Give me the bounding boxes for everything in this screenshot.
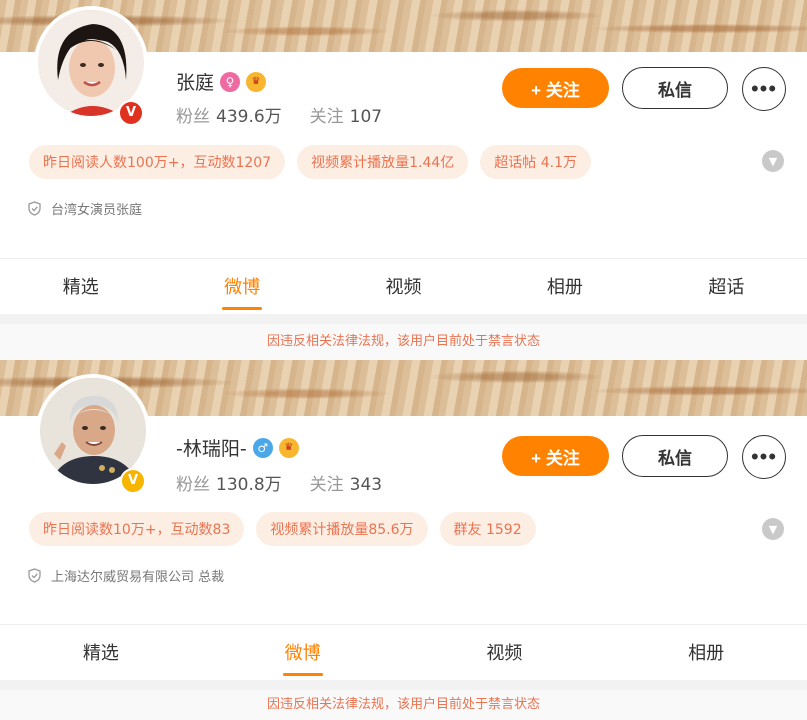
verification-description: 上海达尔威贸易有限公司 总裁 xyxy=(28,566,224,585)
video-stats-tag[interactable]: 视频累计播放量1.44亿 xyxy=(297,145,469,179)
following-count: 343 xyxy=(349,475,383,495)
fans-count: 130.8万 xyxy=(216,475,282,495)
user-stats: 粉丝 130.8万 关注 343 xyxy=(176,470,382,495)
name-row: -林瑞阳- ♂ ♛ xyxy=(176,434,299,461)
ban-notice: 因违反相关法律法规，该用户目前处于禁言状态 xyxy=(0,324,807,360)
divider xyxy=(0,258,807,259)
message-button[interactable]: 私信 xyxy=(622,435,728,477)
user-name[interactable]: 张庭 xyxy=(176,68,214,95)
more-options-button[interactable]: ••• xyxy=(742,435,786,479)
tab-videos[interactable]: 视频 xyxy=(404,626,606,678)
vip-crown-icon[interactable]: ♛ xyxy=(246,71,267,92)
tab-weibo[interactable]: 微博 xyxy=(161,260,322,312)
shield-icon xyxy=(28,201,41,216)
shield-icon xyxy=(28,568,41,583)
tab-albums[interactable]: 相册 xyxy=(605,626,807,678)
tab-featured[interactable]: 精选 xyxy=(0,626,202,678)
divider xyxy=(0,624,807,625)
profile-tabs: 精选 微博 视频 相册 超话 xyxy=(0,260,807,312)
stats-tags: 昨日阅读人数100万+，互动数1207 视频累计播放量1.44亿 超话帖 4.1… xyxy=(29,145,591,179)
more-options-button[interactable]: ••• xyxy=(742,67,786,111)
section-separator xyxy=(0,314,807,324)
video-stats-tag[interactable]: 视频累计播放量85.6万 xyxy=(256,512,428,546)
following-count: 107 xyxy=(349,107,383,127)
chevron-down-icon[interactable]: ▼ xyxy=(762,518,784,540)
verified-badge-icon: V xyxy=(118,100,144,126)
following-label: 关注 xyxy=(309,475,344,495)
fans-stat[interactable]: 粉丝 439.6万 xyxy=(176,102,282,127)
name-row: 张庭 ♀ ♛ xyxy=(176,68,267,95)
verified-badge-icon: V xyxy=(120,468,146,494)
user-name[interactable]: -林瑞阳- xyxy=(176,434,247,461)
group-members-tag[interactable]: 群友 1592 xyxy=(439,512,536,546)
female-icon: ♀ xyxy=(220,71,241,92)
following-stat[interactable]: 关注 107 xyxy=(310,102,382,127)
fans-label: 粉丝 xyxy=(176,107,210,127)
section-separator xyxy=(0,680,807,690)
message-button[interactable]: 私信 xyxy=(622,67,728,109)
fans-count: 439.6万 xyxy=(216,107,282,127)
tab-supertopic[interactable]: 超话 xyxy=(646,260,807,312)
verification-description: 台湾女演员张庭 xyxy=(28,199,142,218)
supertopic-tag[interactable]: 超话帖 4.1万 xyxy=(480,145,591,179)
ban-notice: 因违反相关法律法规，该用户目前处于禁言状态 xyxy=(0,690,807,720)
description-text: 上海达尔威贸易有限公司 总裁 xyxy=(51,570,225,585)
profile-tabs: 精选 微博 视频 相册 xyxy=(0,626,807,678)
stats-tags: 昨日阅读数10万+，互动数83 视频累计播放量85.6万 群友 1592 xyxy=(29,512,536,546)
fans-stat[interactable]: 粉丝 130.8万 xyxy=(176,470,282,495)
following-stat[interactable]: 关注 343 xyxy=(310,470,382,495)
fans-label: 粉丝 xyxy=(176,475,210,495)
read-stats-tag[interactable]: 昨日阅读数10万+，互动数83 xyxy=(29,512,245,546)
male-icon: ♂ xyxy=(252,437,273,458)
chevron-down-icon[interactable]: ▼ xyxy=(762,150,784,172)
tab-weibo[interactable]: 微博 xyxy=(202,626,404,678)
tab-videos[interactable]: 视频 xyxy=(323,260,484,312)
description-text: 台湾女演员张庭 xyxy=(51,203,143,218)
profile-card-1: V 张庭 ♀ ♛ 粉丝 439.6万 关注 107 + 关注 私信 ••• 昨日阅读… xyxy=(0,0,807,360)
profile-card-2: V -林瑞阳- ♂ ♛ 粉丝 130.8万 关注 343 + 关注 私信 ••• 昨… xyxy=(0,360,807,720)
following-label: 关注 xyxy=(309,107,344,127)
follow-button[interactable]: + 关注 xyxy=(502,68,609,108)
follow-button[interactable]: + 关注 xyxy=(502,436,609,476)
user-stats: 粉丝 439.6万 关注 107 xyxy=(176,102,382,127)
tab-featured[interactable]: 精选 xyxy=(0,260,161,312)
vip-crown-icon[interactable]: ♛ xyxy=(278,437,299,458)
tab-albums[interactable]: 相册 xyxy=(484,260,645,312)
read-stats-tag[interactable]: 昨日阅读人数100万+，互动数1207 xyxy=(29,145,286,179)
